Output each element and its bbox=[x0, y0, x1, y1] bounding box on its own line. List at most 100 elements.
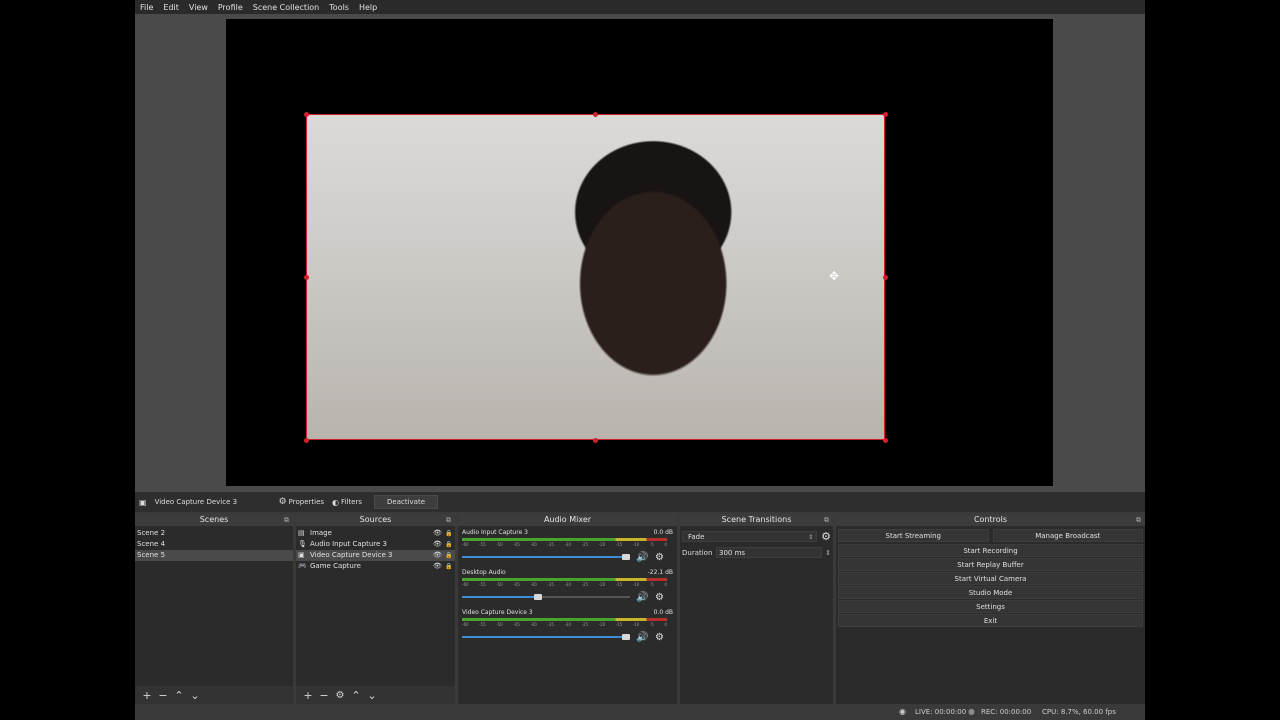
deactivate-button[interactable]: Deactivate bbox=[374, 495, 439, 509]
mixer-channel-db: -22.1 dB bbox=[647, 569, 673, 576]
meter-tick-label: -35 bbox=[547, 542, 554, 547]
volume-handle[interactable] bbox=[622, 634, 630, 640]
gear-icon[interactable]: ⚙ bbox=[655, 632, 664, 643]
lock-icon[interactable]: 🔒 bbox=[445, 539, 455, 550]
scenes-toolbar: + − ⌃ ⌄ bbox=[135, 686, 293, 704]
eye-icon[interactable]: 👁 bbox=[433, 561, 445, 572]
lock-icon[interactable]: 🔒 bbox=[445, 550, 455, 561]
rec-dot-icon: ● bbox=[968, 707, 975, 716]
resize-handle-bc[interactable] bbox=[593, 438, 598, 443]
updown-icon: ⇕ bbox=[808, 534, 814, 541]
settings-button[interactable]: Settings bbox=[838, 600, 1143, 613]
meter-tick-label: -45 bbox=[513, 622, 520, 627]
volume-handle[interactable] bbox=[534, 594, 542, 600]
transition-row: Fade ⇕ ⚙ bbox=[682, 530, 831, 543]
webcam-feed[interactable] bbox=[306, 114, 885, 440]
source-label: Video Capture Device 3 bbox=[310, 551, 393, 559]
add-icon[interactable]: + bbox=[300, 689, 316, 702]
move-down-icon[interactable]: ⌄ bbox=[364, 689, 380, 702]
undock-icon[interactable]: ⧉ bbox=[824, 514, 829, 526]
remove-icon[interactable]: − bbox=[155, 689, 171, 702]
transition-select[interactable]: Fade ⇕ bbox=[682, 531, 818, 542]
undock-icon[interactable]: ⧉ bbox=[284, 514, 289, 526]
duration-input[interactable]: 300 ms bbox=[716, 547, 823, 558]
meter-tick-label: -15 bbox=[615, 622, 623, 627]
source-item[interactable]: ▣ Video Capture Device 3 👁 🔒 bbox=[296, 550, 455, 561]
controls-title: Controls ⧉ bbox=[836, 514, 1145, 526]
start-virtual-camera-button[interactable]: Start Virtual Camera bbox=[838, 572, 1143, 585]
remove-icon[interactable]: − bbox=[316, 689, 332, 702]
scene-item[interactable]: Scene 4 bbox=[135, 539, 293, 550]
lock-icon[interactable]: 🔒 bbox=[445, 528, 455, 539]
menu-scene-collection[interactable]: Scene Collection bbox=[248, 3, 325, 12]
menu-view[interactable]: View bbox=[184, 3, 213, 12]
menu-help[interactable]: Help bbox=[354, 3, 382, 12]
resize-handle-ml[interactable] bbox=[304, 275, 309, 280]
volume-slider[interactable] bbox=[462, 594, 630, 600]
move-up-icon[interactable]: ⌃ bbox=[171, 689, 187, 702]
controls-title-text: Controls bbox=[973, 515, 1008, 524]
resize-handle-tr[interactable] bbox=[883, 112, 888, 117]
preview-canvas[interactable]: ✥ bbox=[226, 19, 1053, 486]
source-item[interactable]: 🎮 Game Capture 👁 🔒 bbox=[296, 561, 455, 572]
speaker-icon[interactable]: 🔊 bbox=[636, 632, 648, 643]
manage-broadcast-button[interactable]: Manage Broadcast bbox=[992, 529, 1143, 542]
move-down-icon[interactable]: ⌄ bbox=[187, 689, 203, 702]
duration-label: Duration bbox=[682, 548, 713, 557]
menu-edit[interactable]: Edit bbox=[158, 3, 184, 12]
speaker-icon[interactable]: 🔊 bbox=[636, 592, 648, 603]
undock-icon[interactable]: ⧉ bbox=[446, 514, 451, 526]
gear-icon[interactable]: ⚙ bbox=[332, 690, 348, 701]
source-item[interactable]: ▤ Image 👁 🔒 bbox=[296, 528, 455, 539]
studio-mode-button[interactable]: Studio Mode bbox=[838, 586, 1143, 599]
scenes-title-text: Scenes bbox=[199, 515, 229, 524]
meter-tick-label: -60 bbox=[462, 622, 469, 627]
volume-slider[interactable] bbox=[462, 634, 630, 640]
filters-label: Filters bbox=[341, 498, 362, 506]
meter-tick-label: -50 bbox=[496, 582, 503, 587]
camera-icon: ▣ bbox=[139, 497, 147, 507]
start-recording-button[interactable]: Start Recording bbox=[838, 544, 1143, 557]
menu-profile[interactable]: Profile bbox=[213, 3, 248, 12]
gear-icon[interactable]: ⚙ bbox=[655, 592, 664, 603]
meter-tick-label: -55 bbox=[479, 582, 486, 587]
gear-icon[interactable]: ⚙ bbox=[821, 530, 831, 543]
eye-icon[interactable]: 👁 bbox=[433, 528, 445, 539]
spin-icon[interactable]: ⇕ bbox=[825, 549, 831, 557]
menu-file[interactable]: File bbox=[135, 3, 158, 12]
meter-tick-label: -55 bbox=[479, 622, 486, 627]
resize-handle-tl[interactable] bbox=[304, 112, 309, 117]
lock-icon[interactable]: 🔒 bbox=[445, 561, 455, 572]
undock-icon[interactable]: ⧉ bbox=[1136, 514, 1141, 526]
mixer-title: Audio Mixer bbox=[458, 514, 677, 526]
speaker-icon[interactable]: 🔊 bbox=[636, 552, 648, 563]
mixer-channel-name: Audio Input Capture 3 bbox=[462, 529, 528, 536]
scenes-title: Scenes ⧉ bbox=[135, 514, 293, 526]
filters-button[interactable]: ◐ Filters bbox=[332, 498, 362, 507]
gear-icon[interactable]: ⚙ bbox=[655, 552, 664, 563]
meter-scale: -60 -55 -50 -45 -40 -35 -30 -25 -20 -15 -10 -5 0 bbox=[462, 542, 667, 549]
source-item[interactable]: 🎙 Audio Input Capture 3 👁 🔒 bbox=[296, 539, 455, 550]
resize-handle-tc[interactable] bbox=[593, 112, 598, 117]
volume-handle[interactable] bbox=[622, 554, 630, 560]
meter-tick-label: -40 bbox=[530, 582, 537, 587]
volume-slider[interactable] bbox=[462, 554, 630, 560]
scene-item[interactable]: Scene 5 bbox=[135, 550, 293, 561]
start-streaming-button[interactable]: Start Streaming bbox=[838, 529, 989, 542]
resize-handle-bl[interactable] bbox=[304, 438, 309, 443]
start-replay-buffer-button[interactable]: Start Replay Buffer bbox=[838, 558, 1143, 571]
eye-icon[interactable]: 👁 bbox=[433, 539, 445, 550]
source-label: Audio Input Capture 3 bbox=[310, 540, 387, 548]
menu-tools[interactable]: Tools bbox=[324, 3, 354, 12]
add-icon[interactable]: + bbox=[139, 689, 155, 702]
move-up-icon[interactable]: ⌃ bbox=[348, 689, 364, 702]
scene-item[interactable]: Scene 2 bbox=[135, 528, 293, 539]
eye-icon[interactable]: 👁 bbox=[433, 550, 445, 561]
properties-button[interactable]: ⚙ Properties bbox=[279, 497, 324, 507]
rec-status: REC: 00:00:00 bbox=[981, 708, 1032, 716]
volume-meter bbox=[462, 538, 667, 541]
resize-handle-mr[interactable] bbox=[883, 275, 888, 280]
volume-meter bbox=[462, 578, 667, 581]
exit-button[interactable]: Exit bbox=[838, 614, 1143, 627]
resize-handle-br[interactable] bbox=[883, 438, 888, 443]
